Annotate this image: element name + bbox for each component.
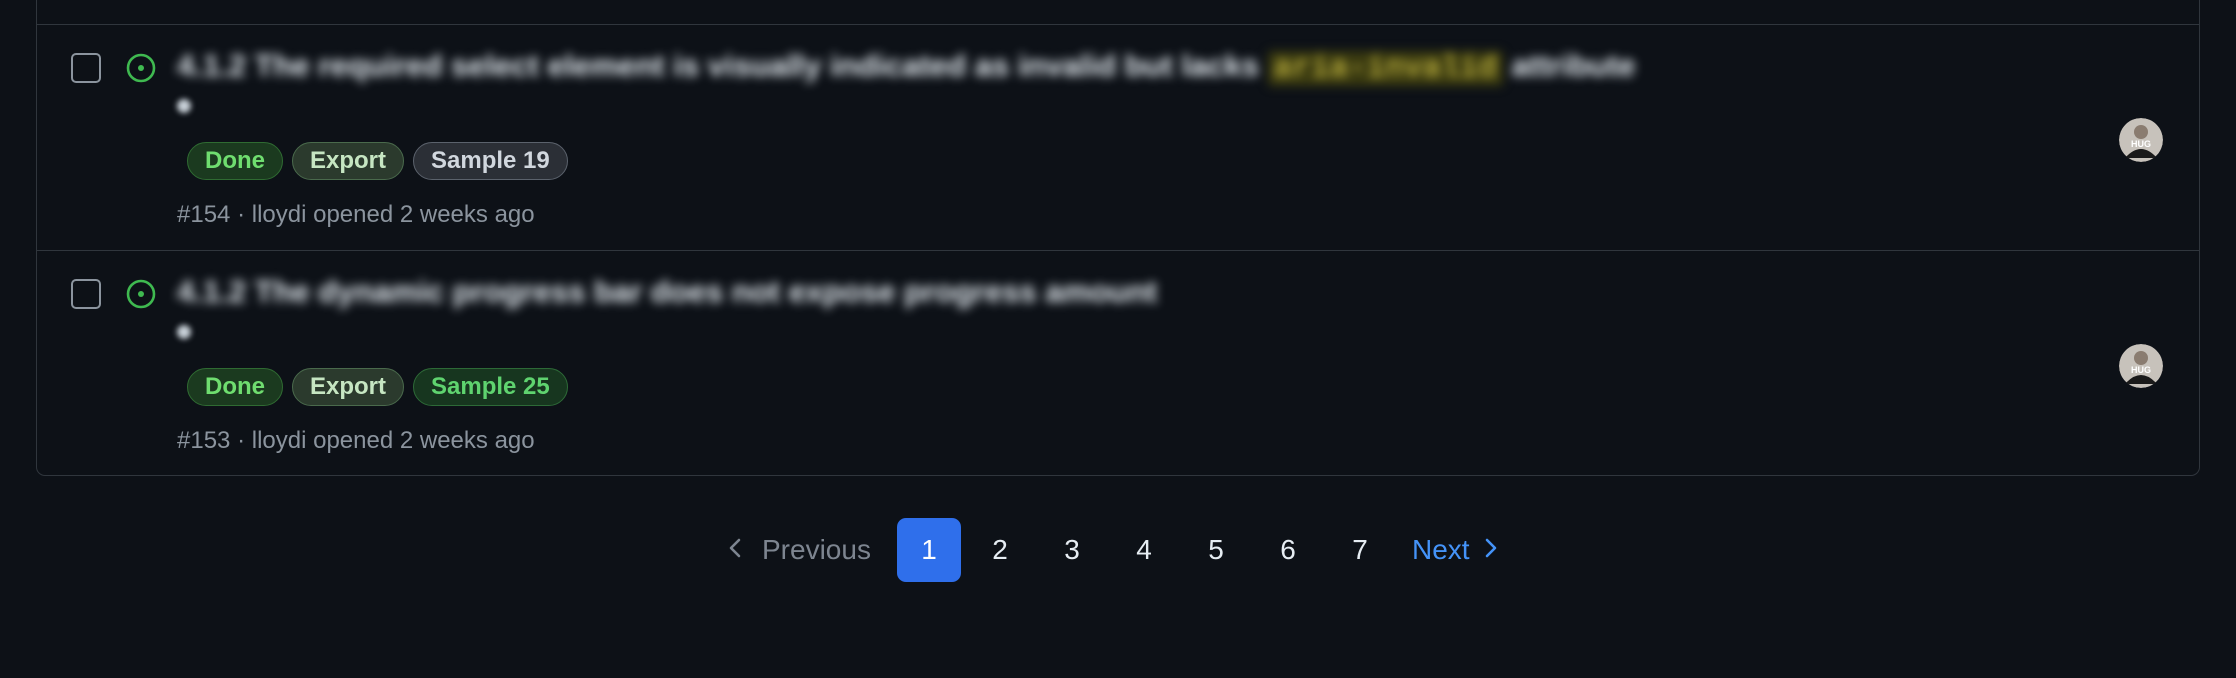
list-bullet [177,325,191,339]
issue-labels: Done Export Sample 19 [187,142,568,180]
meta-separator: · [237,201,246,228]
page-5-button[interactable]: 5 [1184,518,1248,582]
page-6-button[interactable]: 6 [1256,518,1320,582]
issue-title-suffix: attribute [1511,48,1636,83]
issue-number: #154 [177,201,231,228]
issue-opened-time: opened 2 weeks ago [313,201,535,228]
page-4-button[interactable]: 4 [1112,518,1176,582]
chevron-right-icon [1484,518,1498,582]
previous-label: Previous [762,534,871,565]
chevron-left-icon [728,518,742,582]
issue-row: 4.1.2 The required select element is vis… [37,24,2199,250]
label-done[interactable]: Done [187,142,283,180]
issue-open-icon [126,53,156,83]
avatar-text: HUG [2131,365,2151,375]
pagination: Previous 1 2 3 4 5 6 7 Next [0,518,2236,582]
avatar-text: HUG [2131,139,2151,149]
issue-meta: #154 · lloydi opened 2 weeks ago [177,201,535,229]
issue-row: 4.1.2 The dynamic progress bar does not … [37,250,2199,476]
next-page-button[interactable]: Next [1412,518,1498,582]
select-issue-checkbox[interactable] [71,53,101,83]
issue-open-icon [126,279,156,309]
label-export[interactable]: Export [292,142,405,180]
issue-labels: Done Export Sample 25 [187,368,568,406]
issue-title-code: aria-invalid [1267,51,1503,86]
meta-separator: · [237,427,246,454]
issue-author-link[interactable]: lloydi [252,427,307,454]
label-sample[interactable]: Sample 19 [413,142,568,180]
issue-author-link[interactable]: lloydi [252,201,307,228]
issue-title-text: 4.1.2 The required select element is vis… [177,48,1260,83]
label-export[interactable]: Export [292,368,405,406]
page-7-button[interactable]: 7 [1328,518,1392,582]
issue-list: 4.1.2 The required select element is vis… [36,0,2200,476]
issue-title-link[interactable]: 4.1.2 The required select element is vis… [177,48,1636,86]
page-3-button[interactable]: 3 [1040,518,1104,582]
label-sample[interactable]: Sample 25 [413,368,568,406]
issue-meta: #153 · lloydi opened 2 weeks ago [177,427,535,455]
page-1-button[interactable]: 1 [897,518,961,582]
assignee-avatar[interactable]: HUG [2119,344,2163,388]
issue-opened-time: opened 2 weeks ago [313,427,535,454]
previous-page-button: Previous [728,518,871,582]
label-done[interactable]: Done [187,368,283,406]
issue-number: #153 [177,427,231,454]
issue-title-text: 4.1.2 The dynamic progress bar does not … [177,274,1158,309]
list-bullet [177,99,191,113]
next-label: Next [1412,534,1470,565]
page-2-button[interactable]: 2 [968,518,1032,582]
assignee-avatar[interactable]: HUG [2119,118,2163,162]
issue-title-link[interactable]: 4.1.2 The dynamic progress bar does not … [177,274,1157,310]
select-issue-checkbox[interactable] [71,279,101,309]
